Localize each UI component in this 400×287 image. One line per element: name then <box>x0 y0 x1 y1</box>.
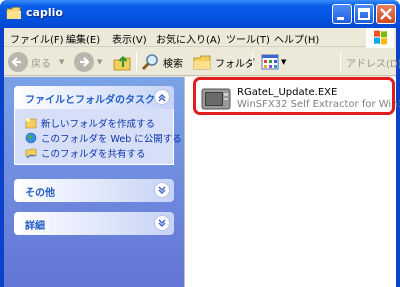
windows-flag-icon <box>374 30 387 45</box>
task-publish-web[interactable]: このフォルダを Web に公開する <box>25 131 182 145</box>
details-header[interactable]: 詳細 <box>14 212 174 235</box>
back-label: 戻る <box>31 58 51 70</box>
search-button[interactable]: 検索 <box>140 52 183 72</box>
title-bar[interactable]: caplio <box>0 0 400 28</box>
back-button[interactable]: 戻る ▼ <box>8 52 64 72</box>
globe-icon <box>25 132 37 143</box>
task-new-folder[interactable]: 新しいフォルダを作成する <box>25 116 156 130</box>
search-icon <box>141 54 158 71</box>
task-new-folder-label: 新しいフォルダを作成する <box>41 118 156 130</box>
back-dropdown-icon[interactable]: ▼ <box>59 58 64 66</box>
up-folder-button[interactable] <box>112 52 132 72</box>
share-folder-icon <box>25 148 37 158</box>
explorer-window: caplio ファイル(F) 編集(E) 表示(V) お気に入り(A) ツール(… <box>0 0 400 287</box>
collapse-chevron-icon[interactable] <box>154 89 170 105</box>
minimize-icon <box>337 17 344 20</box>
window-client: ファイル(F) 編集(E) 表示(V) お気に入り(A) ツール(T) ヘルプ(… <box>4 28 400 287</box>
file-folder-tasks-title: ファイルとフォルダのタスク <box>25 95 155 106</box>
file-view: RGateL_Update.EXE WinSFX32 Self Extracto… <box>184 77 400 287</box>
menu-tools[interactable]: ツール(T) <box>226 31 270 46</box>
toolbar-separator <box>252 52 253 72</box>
forward-arrow-icon <box>74 52 94 72</box>
folders-label: フォルダ <box>215 58 255 70</box>
address-label: アドレス(D) <box>346 58 400 70</box>
up-folder-icon <box>113 55 131 71</box>
toolbar: 戻る ▼ ▼ 検索 フォルダ ▼ アドレス(D) <box>4 48 400 76</box>
explorer-body: ファイルとフォルダのタスク 新しいフォルダを作成する このフォルダを Web に… <box>4 77 400 287</box>
details-title: 詳細 <box>25 221 45 232</box>
folders-button[interactable]: フォルダ <box>192 52 255 72</box>
task-share-folder-label: このフォルダを共有する <box>41 148 146 160</box>
other-places-header[interactable]: その他 <box>14 179 174 202</box>
menu-file[interactable]: ファイル(F) <box>10 31 64 46</box>
back-arrow-icon <box>8 52 28 72</box>
views-grid-icon <box>261 54 279 70</box>
close-button[interactable] <box>376 4 396 24</box>
close-icon <box>380 8 392 20</box>
task-share-folder[interactable]: このフォルダを共有する <box>25 146 146 160</box>
folders-icon <box>193 55 211 70</box>
file-folder-tasks-panel: 新しいフォルダを作成する このフォルダを Web に公開する このフォルダを共有… <box>14 109 182 165</box>
maximize-button[interactable] <box>354 4 374 24</box>
folder-icon <box>6 7 21 19</box>
other-places-title: その他 <box>25 188 55 199</box>
views-dropdown-icon[interactable]: ▼ <box>281 58 286 66</box>
toolbar-separator <box>340 52 341 72</box>
menu-edit[interactable]: 編集(E) <box>66 31 100 46</box>
views-button[interactable]: ▼ <box>260 52 286 72</box>
toolbar-separator <box>136 52 137 72</box>
search-label: 検索 <box>163 58 183 70</box>
menu-bar: ファイル(F) 編集(E) 表示(V) お気に入り(A) ツール(T) ヘルプ(… <box>4 28 396 48</box>
minimize-button[interactable] <box>332 4 352 24</box>
maximize-icon <box>358 8 370 20</box>
menu-favorites[interactable]: お気に入り(A) <box>156 31 221 46</box>
window-title: caplio <box>26 6 63 19</box>
new-folder-icon <box>25 117 37 128</box>
file-folder-tasks-header[interactable]: ファイルとフォルダのタスク <box>14 86 174 109</box>
forward-dropdown-icon[interactable]: ▼ <box>97 58 102 66</box>
expand-chevron-icon[interactable] <box>154 182 170 198</box>
highlight-box <box>193 77 395 115</box>
forward-button[interactable]: ▼ <box>74 52 102 72</box>
menu-view[interactable]: 表示(V) <box>112 31 147 46</box>
expand-chevron-icon[interactable] <box>154 215 170 231</box>
menu-help[interactable]: ヘルプ(H) <box>274 31 319 46</box>
task-pane: ファイルとフォルダのタスク 新しいフォルダを作成する このフォルダを Web に… <box>4 77 184 287</box>
task-publish-web-label: このフォルダを Web に公開する <box>41 133 182 145</box>
windows-logo <box>366 28 394 48</box>
